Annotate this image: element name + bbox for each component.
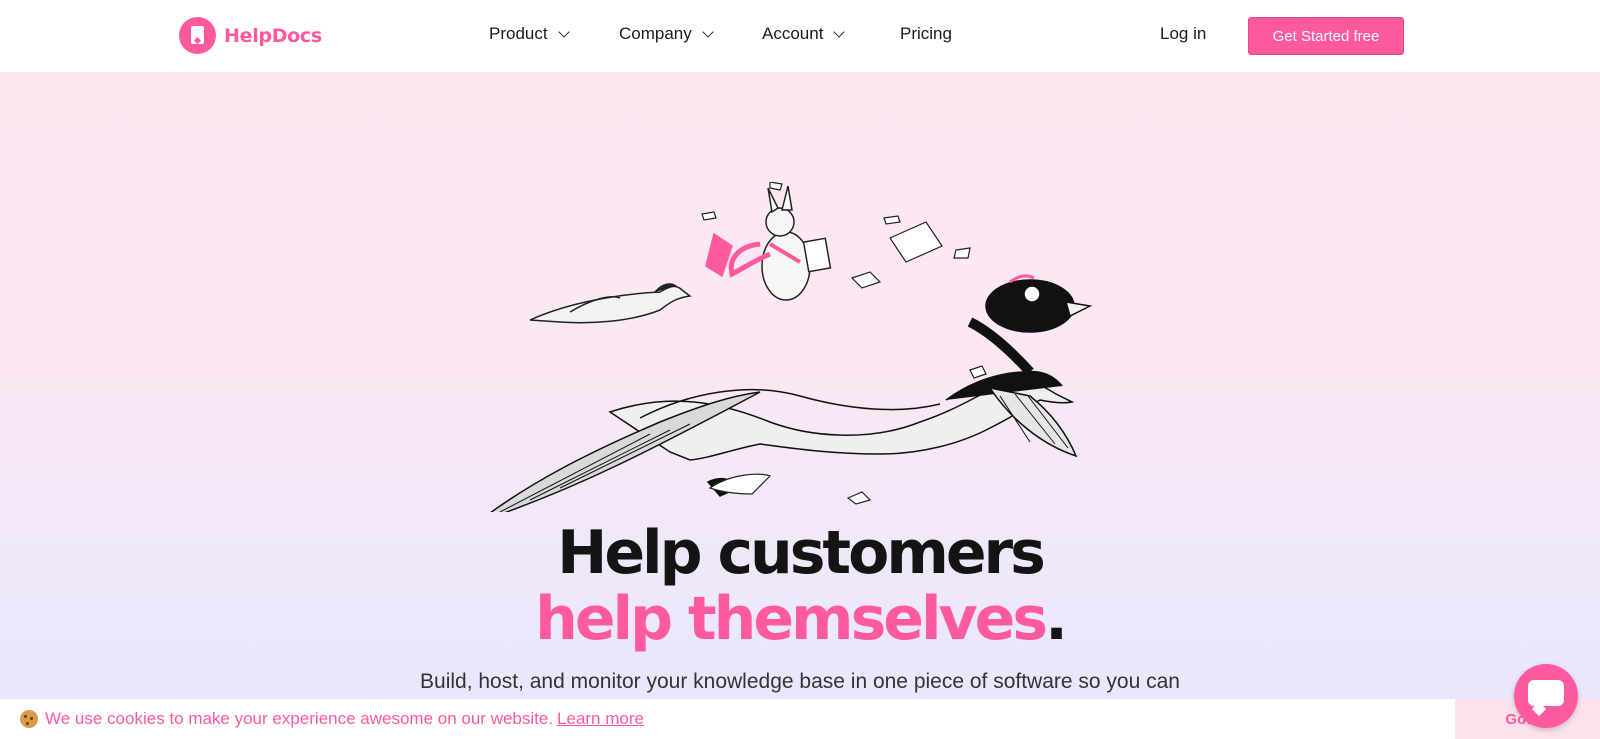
nav-pricing-label: Pricing (900, 24, 952, 43)
rabbit-rider (705, 185, 832, 301)
chevron-down-icon (702, 25, 714, 38)
helpdocs-logo-icon (179, 17, 216, 54)
nav-company-label: Company (619, 24, 692, 43)
nav-company[interactable]: Company (619, 24, 714, 44)
hero-title-line1: Help customers (557, 518, 1046, 588)
get-started-button[interactable]: Get Started free (1248, 17, 1404, 55)
chevron-down-icon (833, 25, 846, 38)
background-goose (529, 283, 692, 324)
learn-more-link[interactable]: Learn more (557, 709, 644, 729)
chat-icon[interactable] (1514, 664, 1578, 728)
hero-subtitle: Build, host, and monitor your knowledge … (420, 670, 1180, 693)
site-header: HelpDocs Product Company Account Pricing… (0, 0, 1600, 72)
hero-title-period: . (1045, 584, 1068, 654)
nav-product[interactable]: Product (489, 24, 570, 44)
goose-head (967, 274, 1093, 376)
cookie-banner: We use cookies to make your experience a… (0, 699, 1600, 739)
chevron-down-icon (557, 25, 570, 38)
nav-product-label: Product (489, 24, 548, 43)
hero-title-line2: help themselves. (0, 584, 1600, 654)
cookie-icon (20, 710, 38, 728)
nav-account[interactable]: Account (762, 24, 846, 44)
brand-name: HelpDocs (224, 24, 322, 47)
cookie-message: We use cookies to make your experience a… (45, 709, 554, 728)
login-link[interactable]: Log in (1160, 24, 1206, 44)
hero-title-highlight: help themselves (535, 584, 1048, 654)
hero-section: Help customers help themselves. Build, h… (0, 72, 1600, 739)
main-goose (490, 370, 1078, 512)
flying-papers (701, 182, 987, 505)
nav-pricing[interactable]: Pricing (900, 24, 952, 44)
nav-account-label: Account (762, 24, 824, 43)
logo-link[interactable]: HelpDocs (179, 17, 322, 54)
flying-goose-illustration (490, 182, 1093, 512)
